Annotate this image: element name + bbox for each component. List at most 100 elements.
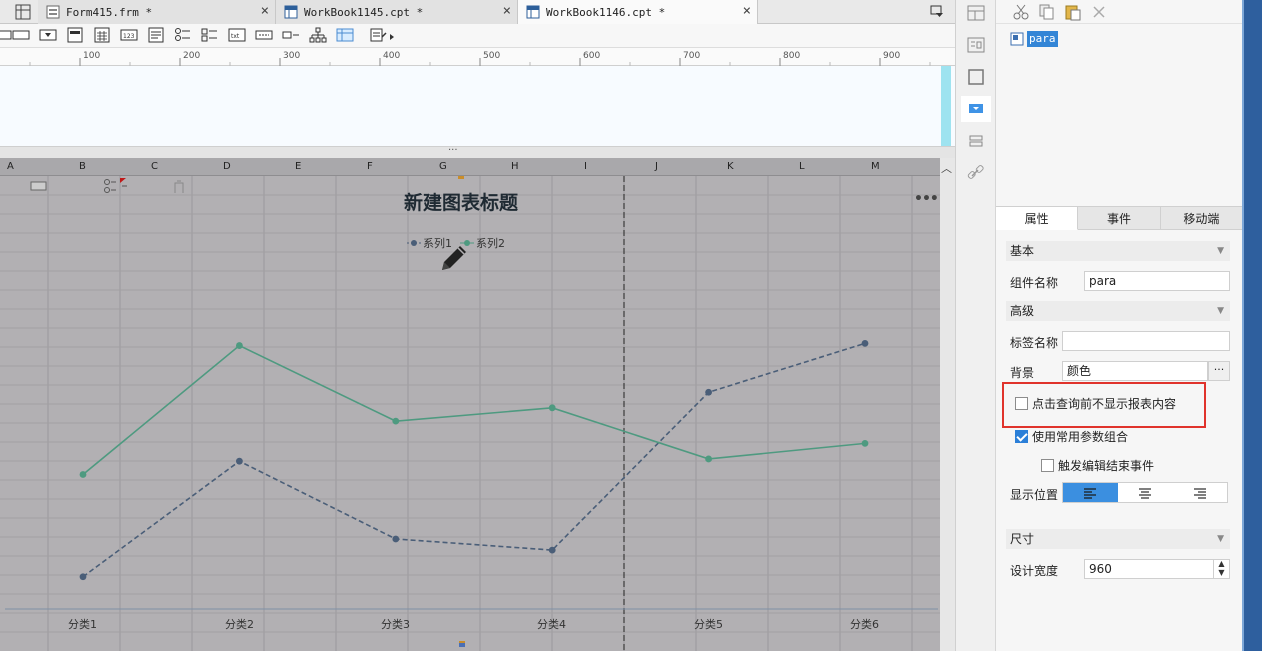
checkbox-label: 触发编辑结束事件 bbox=[1058, 459, 1155, 473]
radio-group-widget-icon[interactable] bbox=[174, 27, 192, 43]
splitter-handle[interactable]: ··· bbox=[0, 146, 955, 158]
grid-layout-icon[interactable] bbox=[14, 3, 32, 21]
parameter-panel-area[interactable] bbox=[0, 66, 955, 146]
x-tick-label: 分类6 bbox=[850, 618, 879, 631]
align-left-button[interactable] bbox=[1063, 483, 1118, 502]
form-icon[interactable] bbox=[966, 36, 986, 54]
data-point-series2-5[interactable] bbox=[705, 455, 712, 463]
vertical-scrollbar[interactable]: ︿ bbox=[940, 158, 955, 651]
ruler-ticks bbox=[29, 58, 931, 66]
svg-text:txt: txt bbox=[231, 33, 240, 40]
background-field[interactable]: 颜色 bbox=[1062, 361, 1208, 381]
data-point-series2-2[interactable] bbox=[236, 342, 243, 349]
data-point-series1-4[interactable] bbox=[548, 546, 556, 554]
common-params-row[interactable]: 使用常用参数组合 bbox=[1015, 428, 1128, 445]
widget-name-field[interactable]: para bbox=[1084, 271, 1230, 291]
data-point-series2-3[interactable] bbox=[392, 417, 400, 425]
label-widget-icon[interactable] bbox=[12, 27, 30, 43]
desktop-background-strip bbox=[1242, 0, 1262, 651]
frame-icon[interactable] bbox=[966, 68, 986, 86]
drag-dots-icon[interactable]: ··· bbox=[448, 146, 458, 156]
number-widget-icon[interactable]: 123 bbox=[120, 27, 138, 43]
x-tick-label: 分类1 bbox=[68, 618, 97, 631]
tab-form415[interactable]: Form415.frm * × bbox=[38, 0, 276, 24]
data-point-series1-2[interactable] bbox=[236, 457, 243, 465]
checkbox-group-widget-icon[interactable] bbox=[201, 27, 219, 43]
workbook-file-icon bbox=[284, 5, 298, 19]
data-point-series2-4[interactable] bbox=[548, 404, 556, 412]
edit-widget-icon[interactable] bbox=[369, 27, 387, 43]
design-width-field[interactable]: 960 bbox=[1084, 559, 1230, 579]
trigger-edit-end-checkbox[interactable] bbox=[1041, 459, 1054, 472]
close-icon[interactable]: × bbox=[503, 3, 511, 19]
align-right-button[interactable] bbox=[1172, 483, 1227, 502]
display-position-label: 显示位置 bbox=[1010, 488, 1059, 502]
close-icon[interactable]: × bbox=[261, 3, 269, 19]
section-advanced[interactable]: 高级 ▼ bbox=[1006, 301, 1230, 321]
tab-workbook1146[interactable]: WorkBook1146.cpt * × bbox=[518, 0, 758, 24]
scroll-up-icon[interactable]: ︿ bbox=[941, 160, 952, 176]
tab-properties[interactable]: 属性 bbox=[996, 206, 1079, 230]
tree-item-label: para bbox=[1027, 31, 1058, 47]
chart-plot[interactable] bbox=[0, 158, 940, 651]
data-point-series2-6[interactable] bbox=[861, 439, 869, 447]
parameter-pane-icon[interactable] bbox=[961, 96, 991, 122]
paste-icon[interactable] bbox=[1064, 3, 1082, 21]
chevron-down-icon[interactable]: ▼ bbox=[1217, 301, 1224, 321]
textbox-widget-icon[interactable] bbox=[0, 27, 12, 43]
checkbox-label: 使用常用参数组合 bbox=[1032, 430, 1129, 444]
window-edge bbox=[1242, 0, 1244, 651]
tab-events[interactable]: 事件 bbox=[1078, 206, 1161, 230]
text-widget-icon[interactable]: txt bbox=[228, 27, 246, 43]
chevron-down-icon[interactable]: ▼ bbox=[1217, 529, 1224, 549]
widget-tree-item[interactable]: para bbox=[1010, 31, 1058, 47]
table-widget-icon[interactable] bbox=[336, 27, 354, 43]
tab-workbook1145[interactable]: WorkBook1145.cpt * × bbox=[276, 0, 518, 24]
calendar-widget-icon[interactable] bbox=[93, 27, 111, 43]
data-point-series1-5[interactable] bbox=[705, 388, 712, 396]
data-point-series1-1[interactable] bbox=[79, 573, 87, 581]
tab-mobile[interactable]: 移动端 bbox=[1160, 206, 1243, 230]
more-horizontal-icon[interactable]: ••• bbox=[914, 191, 939, 207]
align-center-button[interactable] bbox=[1118, 483, 1173, 502]
section-basic[interactable]: 基本 ▼ bbox=[1006, 241, 1230, 261]
chevron-down-icon[interactable]: ▼ bbox=[1217, 241, 1224, 261]
spin-down-icon[interactable]: ▼ bbox=[1214, 568, 1229, 577]
spin-up-icon[interactable]: ▲ bbox=[1214, 559, 1229, 568]
tab-list-icon[interactable] bbox=[929, 2, 945, 20]
section-size[interactable]: 尺寸 ▼ bbox=[1006, 529, 1230, 549]
tree-widget-icon[interactable] bbox=[309, 27, 327, 43]
textarea-widget-icon[interactable] bbox=[147, 27, 165, 43]
delete-icon[interactable] bbox=[1090, 3, 1108, 21]
background-label: 背景 bbox=[1010, 366, 1035, 380]
ruler-label: 900 bbox=[883, 51, 901, 61]
tag-name-field[interactable] bbox=[1062, 331, 1230, 351]
button-widget-icon[interactable] bbox=[255, 27, 273, 43]
parameter-panel-scrollbar[interactable] bbox=[941, 66, 951, 146]
background-more-button[interactable]: ··· bbox=[1208, 361, 1230, 381]
x-tick-label: 分类5 bbox=[694, 618, 723, 631]
toggle-widget-icon[interactable] bbox=[282, 27, 300, 43]
widget-name-label: 组件名称 bbox=[1010, 276, 1059, 290]
report-grid[interactable]: A B C D E F G H I J K L M 新建图表标题 系列1 系列2… bbox=[0, 158, 955, 651]
data-point-series1-3[interactable] bbox=[392, 535, 400, 543]
layout-icon[interactable] bbox=[966, 4, 986, 22]
list-icon[interactable] bbox=[966, 132, 986, 150]
link-icon[interactable] bbox=[966, 164, 986, 182]
tab-label: WorkBook1146.cpt * bbox=[546, 5, 666, 19]
combobox-widget-icon[interactable] bbox=[39, 27, 57, 43]
series-line-2[interactable] bbox=[82, 344, 866, 476]
design-width-spinner[interactable]: ▲ ▼ bbox=[1213, 559, 1229, 579]
cut-icon[interactable] bbox=[1012, 3, 1030, 21]
more-arrow-icon[interactable] bbox=[388, 27, 396, 43]
copy-icon[interactable] bbox=[1038, 3, 1056, 21]
trigger-edit-end-row[interactable]: 触发编辑结束事件 bbox=[1041, 457, 1154, 474]
ruler-label: 800 bbox=[783, 51, 801, 61]
x-tick-label: 分类3 bbox=[381, 618, 410, 631]
common-params-checkbox[interactable] bbox=[1015, 430, 1028, 443]
close-icon[interactable]: × bbox=[743, 3, 751, 19]
date-widget-icon[interactable] bbox=[66, 27, 84, 43]
data-point-series1-6[interactable] bbox=[861, 339, 869, 347]
ruler-label: 700 bbox=[683, 51, 701, 61]
data-point-series2-1[interactable] bbox=[79, 471, 87, 478]
